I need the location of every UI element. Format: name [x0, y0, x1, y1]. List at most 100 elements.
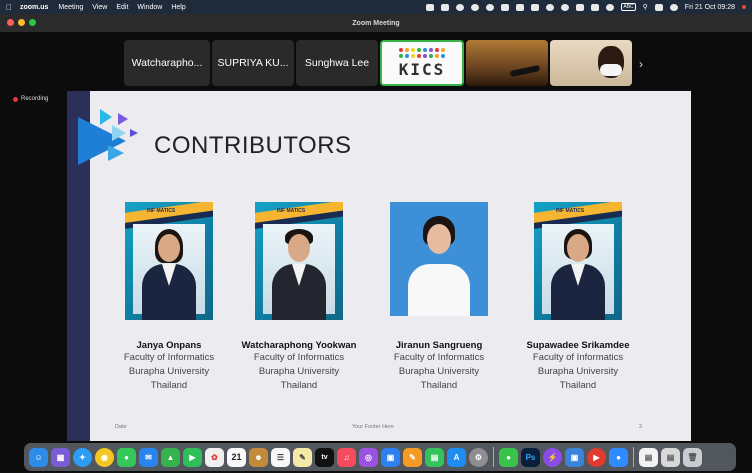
participant-tile[interactable]: SUPRIYA KU... [212, 40, 294, 86]
participant-name: SUPRIYA KU... [217, 57, 289, 69]
pages-icon[interactable]: ✎ [403, 447, 422, 467]
menu-window[interactable]: Window [137, 4, 162, 11]
siri-icon[interactable] [669, 3, 678, 11]
keyboard-icon[interactable] [531, 3, 540, 11]
participant-tile[interactable]: Watcharapho... [124, 40, 210, 86]
contributor-country: Thailand [280, 380, 318, 391]
messenger-icon[interactable]: ⚡ [543, 447, 562, 467]
keynote-icon[interactable]: ▣ [381, 447, 400, 467]
contributor-card: INF MATICS Janya Onpans Faculty of Infor… [99, 202, 239, 393]
slide-footer-date: Date [115, 424, 127, 430]
podcasts-icon[interactable]: ◎ [359, 447, 378, 467]
system-preferences-icon[interactable]: ⚙ [469, 447, 488, 467]
camera-icon[interactable] [516, 3, 525, 11]
photoshop-icon[interactable]: Ps [521, 447, 540, 467]
maps-icon[interactable]: ▲ [161, 447, 180, 467]
contributor-card: Jiranun Sangrueng Faculty of Informatics… [369, 202, 509, 393]
contributor-university: Burapha University [258, 366, 340, 377]
zoom-app-icon[interactable]: ● [609, 447, 628, 467]
contributor-country: Thailand [420, 380, 458, 391]
mask-icon[interactable] [486, 3, 495, 11]
bolt-icon[interactable] [501, 3, 510, 11]
document-icon[interactable]: ▤ [639, 447, 658, 467]
search-icon[interactable]: ⚲ [643, 3, 648, 11]
app-menu[interactable]: zoom.us [20, 4, 48, 11]
dock-separator [633, 447, 634, 467]
messages-icon[interactable]: ● [117, 447, 136, 467]
slide-title: CONTRIBUTORS [154, 132, 352, 159]
menu-help[interactable]: Help [171, 4, 185, 11]
contacts-icon[interactable]: ☻ [249, 447, 268, 467]
facetime-icon[interactable]: ▶ [183, 447, 202, 467]
reminders-icon[interactable]: ☰ [271, 447, 290, 467]
mail-icon[interactable]: ✉ [139, 447, 158, 467]
dock: ☺ ▦ ✦ ◉ ● ✉ ▲ ▶ ✿ 21 ☻ ☰ ✎ tv ♫ ◎ ▣ ✎ ▤ … [24, 443, 736, 471]
next-page-chevron-icon[interactable]: › [639, 57, 643, 71]
volume-icon[interactable] [576, 3, 585, 11]
trash-icon[interactable]: 🗑 [683, 447, 702, 467]
brand-logo-text: INF MATICS [147, 208, 176, 214]
safari-icon[interactable]: ✦ [73, 447, 92, 467]
downloads-stack-icon[interactable]: ▤ [661, 447, 680, 467]
battery-icon[interactable] [591, 3, 600, 11]
contributor-photo: INF MATICS [125, 202, 213, 320]
play-icon[interactable] [561, 3, 570, 11]
apple-tv-icon[interactable]: tv [315, 447, 334, 467]
menu-view[interactable]: View [92, 4, 107, 11]
minimize-window-button[interactable] [18, 19, 25, 26]
contributor-country: Thailand [150, 380, 188, 391]
screen-share-icon[interactable] [441, 3, 450, 11]
microphone-stand-image [509, 64, 541, 78]
participant-tile-active-speaker[interactable]: KICS [380, 40, 464, 86]
numbers-icon[interactable]: ▤ [425, 447, 444, 467]
contributor-country: Thailand [559, 380, 597, 391]
chrome-icon[interactable]: ◉ [95, 447, 114, 467]
bluetooth-icon[interactable] [546, 3, 555, 11]
participant-video-tile[interactable] [550, 40, 632, 86]
contributor-name: Janya Onpans [136, 340, 202, 351]
contributor-name: Supawadee Srikamdee [526, 340, 630, 351]
participant-video-tile[interactable] [466, 40, 548, 86]
brand-logo-text: INF MATICS [556, 208, 585, 214]
contributor-photo: INF MATICS [534, 202, 622, 320]
recording-indicator[interactable]: Recording [13, 96, 48, 102]
preview-icon[interactable]: ▣ [565, 447, 584, 467]
contributor-university: Burapha University [128, 366, 210, 377]
control-center-icon[interactable] [654, 3, 663, 11]
finder-icon[interactable]: ☺ [29, 447, 48, 467]
menu-edit[interactable]: Edit [116, 4, 128, 11]
calendar-icon[interactable]: 21 [227, 447, 246, 467]
slide-page-number: 2 [639, 424, 643, 430]
status-area: ABC ⚲ Fri 21 Oct 09:28 [426, 3, 746, 11]
screen:  zoom.us Meeting View Edit Window Help … [0, 0, 752, 473]
clock[interactable]: Fri 21 Oct 09:28 [685, 4, 735, 11]
recording-label: Recording [21, 96, 49, 102]
window-controls [7, 19, 36, 26]
close-window-button[interactable] [7, 19, 14, 26]
contributor-faculty: Faculty of Informatics [532, 352, 624, 363]
notes-icon[interactable]: ✎ [293, 447, 312, 467]
kics-logo-text: KICS [398, 59, 446, 79]
line-icon[interactable]: ● [499, 447, 518, 467]
app-store-icon[interactable]: A [447, 447, 466, 467]
apple-menu-icon[interactable]:  [6, 3, 12, 12]
status-dot-icon[interactable] [456, 3, 465, 11]
photos-icon[interactable]: ✿ [205, 447, 224, 467]
music-icon[interactable]: ♫ [337, 447, 356, 467]
shared-slide: CONTRIBUTORS INF MATICS Janya Onpans Fac… [67, 91, 691, 441]
youtube-icon[interactable]: ▶ [587, 447, 606, 467]
wifi-icon[interactable] [606, 3, 615, 11]
messenger-icon[interactable] [471, 3, 480, 11]
zoom-status-icon[interactable] [426, 3, 435, 11]
notification-dot-icon [742, 5, 746, 9]
contributor-photo: INF MATICS [255, 202, 343, 320]
contributor-university: Burapha University [537, 366, 619, 377]
launchpad-icon[interactable]: ▦ [51, 447, 70, 467]
participant-tile[interactable]: Sunghwa Lee [296, 40, 378, 86]
contributor-university: Burapha University [398, 366, 480, 377]
contributor-faculty: Faculty of Informatics [123, 352, 215, 363]
input-source-badge[interactable]: ABC [621, 3, 636, 11]
zoom-window-button[interactable] [29, 19, 36, 26]
menu-meeting[interactable]: Meeting [58, 4, 83, 11]
slide-footer-text: Your Footer Here [352, 424, 394, 430]
